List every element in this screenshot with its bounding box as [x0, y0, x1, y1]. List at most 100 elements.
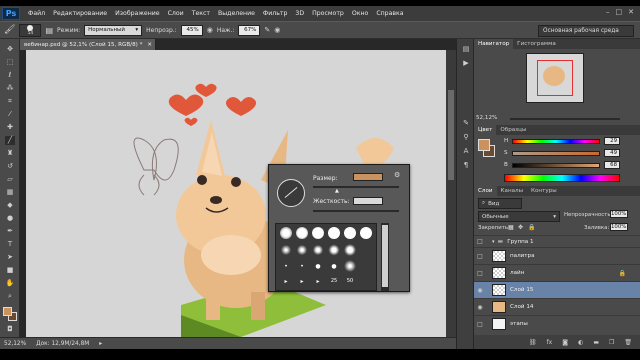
shape-tool-icon[interactable]: ■	[5, 266, 15, 275]
maximize-button[interactable]: □	[616, 8, 623, 16]
s-channel-value[interactable]: 49	[604, 149, 620, 157]
pressure-size-icon[interactable]: ◉	[274, 26, 280, 34]
menu-view[interactable]: Просмотр	[308, 10, 348, 17]
brush-panel-icon[interactable]: ✎	[461, 119, 471, 128]
type-tool-icon[interactable]: T	[5, 240, 15, 249]
brush-preset[interactable]	[328, 244, 340, 256]
tab-color[interactable]: Цвет	[474, 125, 497, 135]
settings-gear-icon[interactable]: ⚙	[394, 171, 400, 179]
layer-row[interactable]: □ этапы	[474, 315, 640, 332]
brush-preset[interactable]	[344, 244, 356, 256]
dodge-tool-icon[interactable]: ●	[5, 214, 15, 223]
brush-preset[interactable]	[328, 227, 340, 239]
vertical-scrollbar[interactable]	[446, 50, 456, 337]
visibility-toggle[interactable]: □	[474, 321, 486, 328]
opacity-input[interactable]: 45%	[180, 24, 203, 36]
b-channel-slider[interactable]	[512, 163, 600, 168]
history-brush-tool-icon[interactable]: ↺	[5, 162, 15, 171]
navigator-preview[interactable]	[526, 53, 584, 103]
tab-histogram[interactable]: Гистограмма	[513, 39, 560, 49]
minimize-button[interactable]: –	[606, 8, 610, 16]
visibility-toggle[interactable]: □	[474, 238, 486, 245]
brush-preset[interactable]	[280, 227, 292, 239]
quick-select-tool-icon[interactable]: ⁂	[5, 84, 15, 93]
document-info[interactable]: Док: 12,9M/24,8M	[36, 341, 89, 347]
menu-filter[interactable]: Фильтр	[259, 10, 291, 17]
brush-preset[interactable]	[296, 244, 308, 256]
tab-channels[interactable]: Каналы	[497, 186, 527, 196]
eyedropper-tool-icon[interactable]: ⁄	[5, 110, 15, 119]
brush-angle-preview[interactable]	[277, 179, 305, 207]
clone-stamp-tool-icon[interactable]: ♜	[5, 149, 15, 158]
mask-icon[interactable]: ◙	[562, 339, 568, 346]
tab-swatches[interactable]: Образцы	[496, 125, 530, 135]
eraser-tool-icon[interactable]: ▱	[5, 175, 15, 184]
zoom-level[interactable]: 52,12%	[4, 341, 26, 347]
gradient-tool-icon[interactable]: ▦	[5, 188, 15, 197]
brush-preset[interactable]: ▸	[280, 276, 292, 287]
chevron-down-icon[interactable]: ▾	[492, 239, 495, 245]
brush-preset[interactable]	[280, 244, 292, 256]
visibility-toggle[interactable]: □	[474, 270, 486, 277]
layer-group-row[interactable]: □ ▾ ▬ Группа 1	[474, 235, 640, 247]
fx-icon[interactable]: fx	[547, 339, 553, 346]
adjustment-icon[interactable]: ◐	[578, 339, 583, 346]
link-layers-icon[interactable]: ⛓	[529, 339, 537, 346]
trash-icon[interactable]: 🗑	[624, 339, 632, 346]
character-panel-icon[interactable]: A	[461, 147, 471, 156]
hand-tool-icon[interactable]: ✋	[5, 279, 15, 288]
menu-edit[interactable]: Редактирование	[49, 10, 111, 17]
blend-mode-select[interactable]: Обычные ▾	[478, 211, 560, 222]
menu-select[interactable]: Выделение	[214, 10, 259, 17]
brush-preset[interactable]: •	[296, 261, 308, 272]
hardness-value-box[interactable]	[353, 197, 383, 205]
tab-layers[interactable]: Слои	[474, 186, 497, 196]
h-channel-value[interactable]: 29	[604, 137, 620, 145]
size-value-box[interactable]	[353, 173, 383, 181]
pen-tool-icon[interactable]: ✒	[5, 227, 15, 236]
menu-3d[interactable]: 3D	[291, 10, 308, 17]
brush-preset-picker[interactable]: 54	[19, 23, 42, 37]
s-channel-slider[interactable]	[512, 151, 600, 156]
clone-source-panel-icon[interactable]: ⚲	[461, 133, 471, 142]
actions-panel-icon[interactable]: ▶	[461, 59, 471, 68]
brush-preset[interactable]	[312, 227, 324, 239]
tab-navigator[interactable]: Навигатор	[474, 39, 514, 49]
blur-tool-icon[interactable]: ◆	[5, 201, 15, 210]
brush-preset[interactable]: •	[280, 261, 292, 272]
color-spectrum-bar[interactable]	[504, 174, 620, 182]
crop-tool-icon[interactable]: ⌗	[5, 97, 15, 106]
brush-preset[interactable]	[344, 260, 356, 272]
lock-all-icon[interactable]: 🔒	[528, 224, 535, 231]
brush-preset[interactable]	[312, 244, 324, 256]
lock-pixels-icon[interactable]: ▦	[508, 224, 514, 231]
menu-file[interactable]: Файл	[24, 10, 49, 17]
visibility-eye-icon[interactable]: ◉	[474, 287, 486, 294]
workspace-select[interactable]: Основная рабочая среда	[538, 25, 634, 37]
menu-type[interactable]: Текст	[188, 10, 214, 17]
close-button[interactable]: ✕	[628, 8, 634, 16]
brush-tool-icon[interactable]: ╱	[5, 136, 15, 145]
healing-tool-icon[interactable]: ✚	[5, 123, 15, 132]
mode-select[interactable]: Нормальный ▾	[84, 24, 143, 36]
chevron-right-icon[interactable]: ▸	[99, 341, 102, 347]
fill-input[interactable]: 100%	[610, 223, 628, 231]
lock-position-icon[interactable]: ✥	[518, 224, 523, 231]
brush-preset[interactable]: ▸	[296, 276, 308, 287]
brush-preset[interactable]	[360, 227, 372, 239]
presets-scrollbar[interactable]	[381, 223, 389, 291]
quick-mask-icon[interactable]: ◘	[5, 325, 15, 334]
h-channel-slider[interactable]	[512, 139, 600, 144]
menu-help[interactable]: Справка	[372, 10, 407, 17]
marquee-tool-icon[interactable]: ⬚	[5, 58, 15, 67]
menu-window[interactable]: Окно	[348, 10, 372, 17]
airbrush-icon[interactable]: ✎	[264, 26, 270, 34]
history-panel-icon[interactable]: ▤	[461, 45, 471, 54]
layer-kind-filter[interactable]: ⌕ Вид	[478, 198, 522, 209]
b-channel-value[interactable]: 68	[604, 161, 620, 169]
scroll-thumb[interactable]	[448, 90, 454, 180]
pressure-opacity-icon[interactable]: ◉	[207, 26, 213, 34]
path-select-tool-icon[interactable]: ➤	[5, 253, 15, 262]
layer-row[interactable]: □ палитра	[474, 247, 640, 264]
lasso-tool-icon[interactable]: ℓ	[5, 71, 15, 80]
